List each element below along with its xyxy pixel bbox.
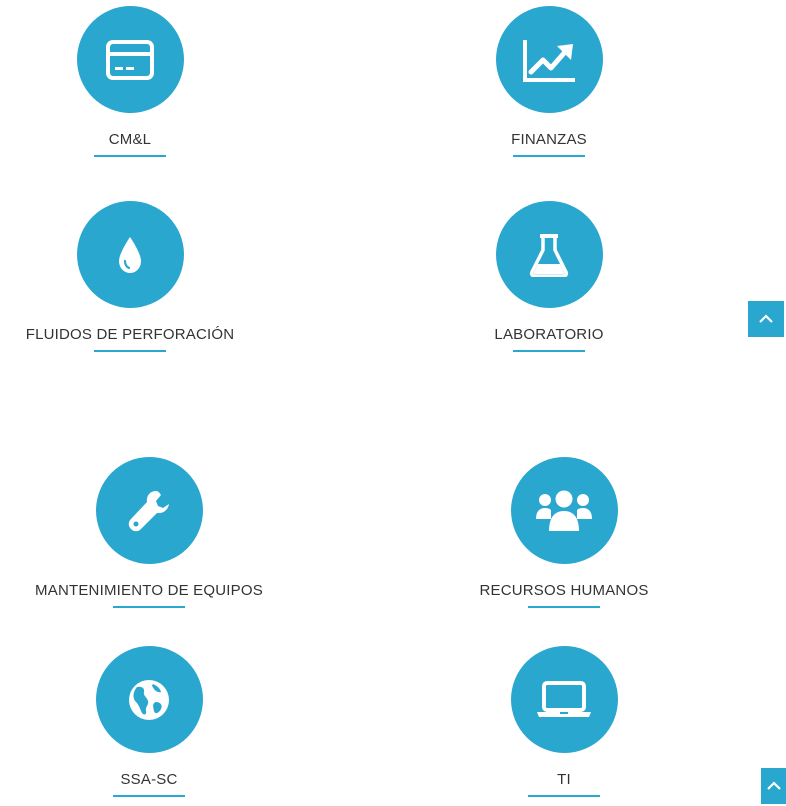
tile-label: SSA-SC: [120, 771, 178, 788]
line-chart-icon[interactable]: [495, 6, 603, 113]
laptop-icon[interactable]: [510, 646, 618, 753]
label-underline: [94, 155, 166, 157]
tile-finanzas[interactable]: FINANZAS: [449, 6, 649, 157]
label-underline: [528, 795, 600, 797]
credit-card-icon[interactable]: [76, 6, 184, 113]
wrench-icon[interactable]: [95, 457, 203, 564]
chevron-up-icon: [759, 314, 773, 323]
scroll-to-top-button-bottom[interactable]: [761, 768, 786, 804]
tile-label: CM&L: [108, 131, 152, 148]
users-icon[interactable]: [510, 457, 618, 564]
flask-icon[interactable]: [495, 201, 603, 308]
label-underline: [513, 350, 585, 352]
tile-label: MANTENIMIENTO DE EQUIPOS: [35, 582, 263, 599]
tile-cml[interactable]: CM&L: [30, 6, 230, 157]
scroll-to-top-button[interactable]: [748, 301, 784, 337]
label-underline: [513, 155, 585, 157]
label-underline: [528, 606, 600, 608]
tile-mantenimiento-de-equipos[interactable]: MANTENIMIENTO DE EQUIPOS: [14, 457, 284, 608]
tile-label: LABORATORIO: [494, 326, 604, 343]
tile-laboratorio[interactable]: LABORATORIO: [449, 201, 649, 352]
drop-icon[interactable]: [76, 201, 184, 308]
chevron-up-icon: [766, 781, 781, 790]
globe-icon[interactable]: [95, 646, 203, 753]
tile-label: TI: [557, 771, 571, 788]
tile-recursos-humanos[interactable]: RECURSOS HUMANOS: [454, 457, 674, 608]
tile-label: FINANZAS: [511, 131, 587, 148]
label-underline: [94, 350, 166, 352]
tile-label: FLUIDOS DE PERFORACIÓN: [25, 326, 235, 343]
label-underline: [113, 795, 185, 797]
tile-ssa-sc[interactable]: SSA-SC: [49, 646, 249, 797]
tile-ti[interactable]: TI: [464, 646, 664, 797]
tile-fluidos-de-perforacion[interactable]: FLUIDOS DE PERFORACIÓN: [4, 201, 256, 352]
tile-label: RECURSOS HUMANOS: [479, 582, 649, 599]
label-underline: [113, 606, 185, 608]
